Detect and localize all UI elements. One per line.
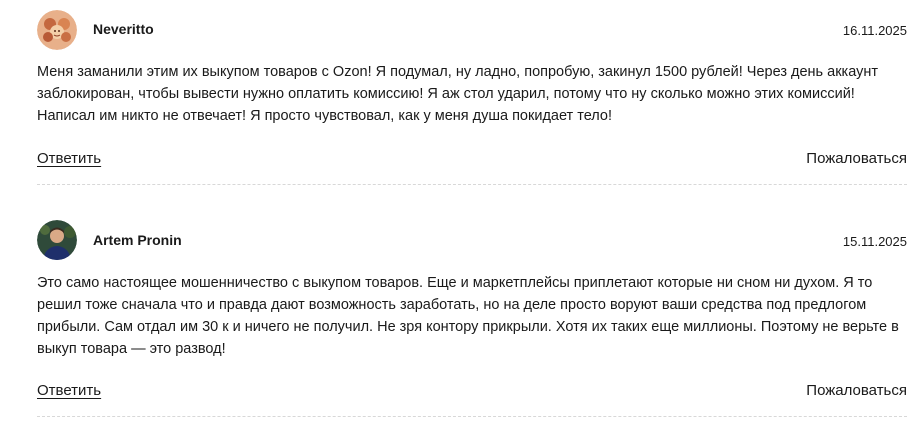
comment-text: Это само настоящее мошенничество с выкуп… — [37, 275, 899, 357]
comment-date: 16.11.2025 — [842, 23, 907, 38]
report-link[interactable]: Пожаловаться — [806, 150, 907, 167]
report-link[interactable]: Пожаловаться — [806, 382, 907, 399]
comment-text: Меня заманили этим их выкупом товаров с … — [37, 64, 879, 124]
divider — [37, 416, 907, 417]
divider — [37, 184, 907, 185]
avatar — [37, 220, 77, 260]
reply-link[interactable]: Ответить — [37, 150, 101, 167]
avatar — [37, 10, 77, 50]
comment-author: Artem Pronin — [93, 232, 182, 248]
comment-date: 15.11.2025 — [842, 234, 907, 249]
reply-link[interactable]: Ответить — [37, 382, 101, 399]
comment-author: Neveritto — [93, 21, 154, 37]
